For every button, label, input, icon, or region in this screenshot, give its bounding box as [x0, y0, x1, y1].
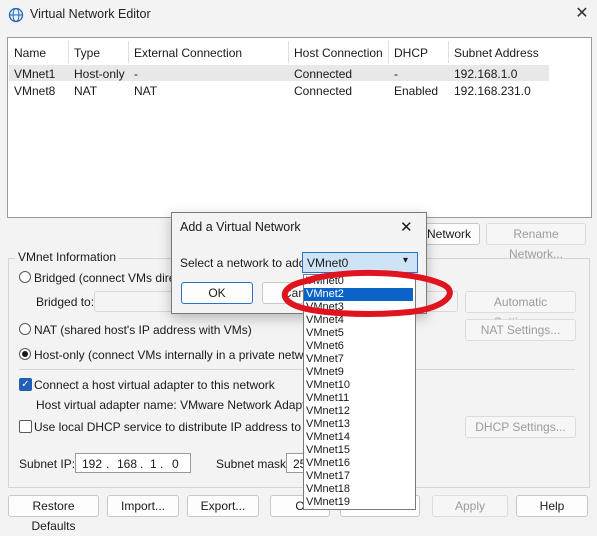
- help-button[interactable]: Help: [516, 495, 588, 517]
- cell-host: Connected: [294, 84, 353, 98]
- column-header-type[interactable]: Type: [74, 46, 100, 60]
- cell-external: NAT: [134, 84, 158, 98]
- divider: [19, 369, 575, 370]
- rename-network-button[interactable]: Rename Network...: [486, 223, 586, 261]
- cell-name: VMnet8: [14, 84, 56, 98]
- network-globe-icon: [8, 7, 24, 23]
- cell-external: -: [134, 67, 138, 81]
- window-title: Virtual Network Editor: [30, 7, 151, 21]
- restore-defaults-button[interactable]: Restore Defaults: [8, 495, 99, 533]
- subnet-ip-octet-2: 168: [117, 457, 138, 471]
- dhcp-label: Use local DHCP service to distribute IP …: [34, 420, 329, 434]
- dropdown-option[interactable]: VMnet18: [304, 483, 413, 496]
- export-button[interactable]: Export...: [187, 495, 259, 517]
- automatic-settings-button[interactable]: Automatic Settings...: [465, 291, 576, 329]
- cell-subnet: 192.168.1.0: [454, 67, 518, 81]
- column-header-name[interactable]: Name: [14, 46, 46, 60]
- add-network-button[interactable]: Network: [418, 223, 480, 245]
- subnet-ip-octet-3: 1: [150, 457, 157, 471]
- adapter-name-label: Host virtual adapter name: VMware Networ…: [36, 398, 338, 412]
- chevron-down-icon: ▾: [403, 255, 409, 266]
- dropdown-option[interactable]: VMnet13: [304, 418, 413, 431]
- bridged-radio[interactable]: [19, 271, 31, 283]
- nat-settings-button[interactable]: NAT Settings...: [465, 319, 576, 341]
- dhcp-settings-button[interactable]: DHCP Settings...: [465, 416, 576, 438]
- ip-dot: .: [106, 457, 110, 471]
- nat-label: NAT (shared host's IP address with VMs): [34, 323, 252, 337]
- close-icon[interactable]: ✕: [570, 3, 594, 25]
- column-divider: [128, 41, 129, 63]
- host-only-radio[interactable]: [19, 348, 31, 360]
- nat-radio[interactable]: [19, 323, 31, 335]
- column-header-host[interactable]: Host Connection: [294, 46, 383, 60]
- dialog-title: Add a Virtual Network: [180, 220, 301, 234]
- apply-button[interactable]: Apply: [432, 495, 508, 517]
- cell-subnet: 192.168.231.0: [454, 84, 531, 98]
- dropdown-option[interactable]: VMnet9: [304, 366, 413, 379]
- subnet-mask-label: Subnet mask:: [216, 457, 290, 471]
- cell-name: VMnet1: [14, 67, 56, 81]
- column-header-external[interactable]: External Connection: [134, 46, 242, 60]
- ip-dot: .: [140, 457, 144, 471]
- column-header-dhcp[interactable]: DHCP: [394, 46, 428, 60]
- red-annotation-circle: [281, 269, 453, 317]
- column-divider: [448, 41, 449, 63]
- dropdown-option[interactable]: VMnet12: [304, 405, 413, 418]
- dropdown-option[interactable]: VMnet7: [304, 353, 413, 366]
- dropdown-option[interactable]: VMnet19: [304, 496, 413, 509]
- bridged-label: Bridged (connect VMs directl: [34, 271, 188, 285]
- dhcp-checkbox[interactable]: [19, 420, 32, 433]
- dropdown-option[interactable]: VMnet10: [304, 379, 413, 392]
- cell-dhcp: Enabled: [394, 84, 439, 98]
- dropdown-option[interactable]: VMnet6: [304, 340, 413, 353]
- dropdown-option[interactable]: VMnet14: [304, 431, 413, 444]
- dropdown-option[interactable]: VMnet11: [304, 392, 413, 405]
- column-divider: [68, 41, 69, 63]
- dropdown-option[interactable]: VMnet17: [304, 470, 413, 483]
- dropdown-option[interactable]: VMnet16: [304, 457, 413, 470]
- subnet-ip-octet-1: 192: [82, 457, 103, 471]
- bridged-to-label: Bridged to:: [36, 295, 95, 309]
- ip-dot: .: [160, 457, 164, 471]
- column-divider: [288, 41, 289, 63]
- connect-adapter-label: Connect a host virtual adapter to this n…: [34, 378, 275, 392]
- import-button[interactable]: Import...: [107, 495, 179, 517]
- cell-host: Connected: [294, 67, 353, 81]
- column-header-subnet[interactable]: Subnet Address: [454, 46, 539, 60]
- close-icon[interactable]: ✕: [400, 218, 413, 236]
- host-only-label: Host-only (connect VMs internally in a p…: [34, 348, 325, 362]
- dialog-ok-button[interactable]: OK: [181, 282, 253, 304]
- dropdown-option[interactable]: VMnet5: [304, 327, 413, 340]
- dropdown-option[interactable]: VMnet15: [304, 444, 413, 457]
- column-divider: [388, 41, 389, 63]
- cell-dhcp: -: [394, 67, 398, 81]
- cell-type: Host-only: [74, 67, 125, 81]
- vmnet-info-legend: VMnet Information: [15, 250, 120, 264]
- cell-type: NAT: [74, 84, 98, 98]
- subnet-ip-label: Subnet IP:: [19, 457, 76, 471]
- connect-adapter-checkbox[interactable]: ✓: [19, 378, 32, 391]
- subnet-ip-octet-4: 0: [172, 457, 179, 471]
